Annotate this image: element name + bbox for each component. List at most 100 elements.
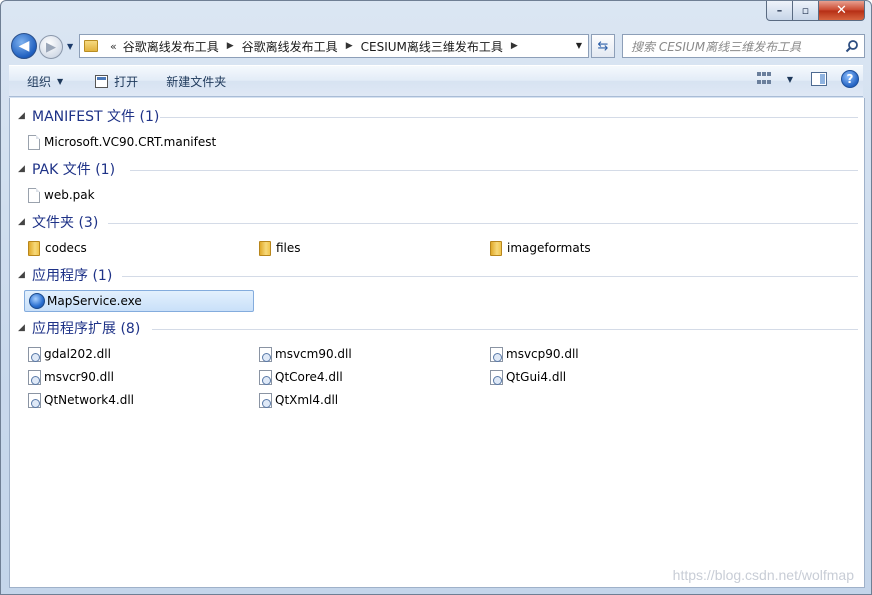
minimize-button[interactable]: – (766, 1, 793, 21)
preview-pane-icon[interactable] (811, 72, 827, 86)
breadcrumb-item[interactable]: CESIUM离线三维发布工具 (361, 38, 503, 55)
collapse-arrow-icon[interactable]: ◢ (18, 270, 26, 280)
document-icon (28, 134, 40, 150)
watermark: https://blog.csdn.net/wolfmap (672, 567, 854, 583)
group-label: PAK 文件 (1) (32, 162, 116, 178)
open-button[interactable]: 打开 (87, 69, 146, 93)
file-item[interactable]: web.pak (24, 184, 95, 206)
dll-icon (490, 369, 503, 385)
group-label: MANIFEST 文件 (1) (32, 109, 160, 125)
help-icon[interactable]: ? (841, 70, 859, 88)
toolbar-right: ▼ ? (756, 70, 859, 88)
group-header-applications[interactable]: ◢ 应用程序 (1) (18, 265, 112, 285)
view-dropdown-chevron-icon[interactable]: ▼ (787, 75, 793, 84)
folder-item[interactable]: files (255, 237, 301, 259)
dll-icon (259, 346, 272, 362)
recent-pages-dropdown[interactable]: ▼ (67, 42, 73, 51)
group-divider (108, 223, 858, 224)
folder-icon (259, 240, 271, 256)
breadcrumb-item[interactable]: 谷歌离线发布工具 (123, 38, 219, 55)
folder-name: imageformats (507, 241, 591, 255)
caption-buttons: – ▫ ✕ (766, 1, 865, 21)
file-item[interactable]: msvcp90.dll (486, 343, 579, 365)
address-bar[interactable]: « 谷歌离线发布工具 ▶ 谷歌离线发布工具 ▶ CESIUM离线三维发布工具 ▶… (79, 34, 589, 58)
file-name: gdal202.dll (44, 347, 111, 361)
breadcrumb-separator[interactable]: ▶ (227, 41, 234, 51)
search-input[interactable]: 搜索 CESIUM离线三维发布工具 (622, 34, 865, 58)
group-label: 应用程序扩展 (8) (32, 321, 141, 337)
folder-icon (28, 240, 40, 256)
file-name: msvcp90.dll (506, 347, 579, 361)
new-folder-button[interactable]: 新建文件夹 (158, 69, 234, 93)
maximize-button[interactable]: ▫ (793, 1, 819, 21)
group-header-extensions[interactable]: ◢ 应用程序扩展 (8) (18, 318, 140, 338)
dll-icon (28, 392, 41, 408)
collapse-arrow-icon[interactable]: ◢ (18, 323, 26, 333)
group-label: 文件夹 (3) (32, 215, 99, 231)
chevron-down-icon: ▼ (57, 76, 64, 86)
new-folder-label: 新建文件夹 (166, 74, 227, 89)
application-icon (29, 293, 45, 309)
dll-icon (259, 392, 272, 408)
file-name: QtXml4.dll (275, 393, 339, 407)
file-name: QtCore4.dll (275, 370, 343, 384)
group-header-folders[interactable]: ◢ 文件夹 (3) (18, 212, 98, 232)
file-name: QtNetwork4.dll (44, 393, 134, 407)
breadcrumb-separator[interactable]: ▶ (346, 41, 353, 51)
breadcrumb-separator[interactable]: ▶ (511, 41, 518, 51)
group-label: 应用程序 (1) (32, 268, 113, 284)
open-icon (95, 74, 109, 88)
organize-label: 组织 (27, 74, 52, 89)
refresh-icon: ⇆ (597, 38, 609, 54)
file-item[interactable]: QtNetwork4.dll (24, 389, 134, 411)
collapse-arrow-icon[interactable]: ◢ (18, 111, 26, 121)
file-name: Microsoft.VC90.CRT.manifest (44, 135, 217, 149)
folder-icon (490, 240, 502, 256)
collapse-arrow-icon[interactable]: ◢ (18, 217, 26, 227)
refresh-button[interactable]: ⇆ (591, 34, 615, 58)
folder-item[interactable]: imageformats (486, 237, 591, 259)
file-item[interactable]: QtCore4.dll (255, 366, 343, 388)
breadcrumb-overflow[interactable]: « (110, 40, 117, 53)
group-divider (122, 276, 858, 277)
open-label: 打开 (114, 74, 139, 89)
arrow-right-icon: ▶ (46, 39, 56, 55)
organize-button[interactable]: 组织 ▼ (19, 69, 71, 93)
search-icon[interactable] (845, 39, 859, 53)
address-dropdown[interactable]: ▼ (576, 41, 582, 50)
document-icon (28, 187, 40, 203)
dll-icon (490, 346, 503, 362)
navigation-row: ◀ ▶ ▼ « 谷歌离线发布工具 ▶ 谷歌离线发布工具 ▶ CESIUM离线三维… (9, 31, 865, 63)
dll-icon (28, 369, 41, 385)
view-options-icon[interactable] (756, 72, 773, 86)
file-name: msvcm90.dll (275, 347, 352, 361)
group-header-manifest[interactable]: ◢ MANIFEST 文件 (1) (18, 106, 159, 126)
file-list[interactable]: ◢ MANIFEST 文件 (1) Microsoft.VC90.CRT.man… (9, 98, 865, 588)
folder-item[interactable]: codecs (24, 237, 87, 259)
group-divider (160, 117, 858, 118)
file-item[interactable]: gdal202.dll (24, 343, 111, 365)
breadcrumb-item[interactable]: 谷歌离线发布工具 (242, 38, 338, 55)
command-toolbar: 组织 ▼ 打开 新建文件夹 ▼ ? (9, 65, 863, 97)
close-button[interactable]: ✕ (819, 1, 865, 21)
file-item[interactable]: QtXml4.dll (255, 389, 338, 411)
explorer-window: – ▫ ✕ ◀ ▶ ▼ « 谷歌离线发布工具 ▶ 谷歌离线发布工具 ▶ CESI… (0, 0, 872, 595)
file-item[interactable]: msvcm90.dll (255, 343, 352, 365)
group-header-pak[interactable]: ◢ PAK 文件 (1) (18, 159, 115, 179)
file-item[interactable]: QtGui4.dll (486, 366, 566, 388)
folder-icon (84, 40, 98, 52)
folder-name: codecs (45, 241, 87, 255)
file-name: web.pak (44, 188, 95, 202)
file-item-selected[interactable]: MapService.exe (24, 290, 254, 312)
search-placeholder: 搜索 CESIUM离线三维发布工具 (631, 39, 802, 54)
folder-name: files (276, 241, 301, 255)
file-name: MapService.exe (47, 294, 142, 308)
file-item[interactable]: Microsoft.VC90.CRT.manifest (24, 131, 216, 153)
dll-icon (28, 346, 41, 362)
dll-icon (259, 369, 272, 385)
file-item[interactable]: msvcr90.dll (24, 366, 114, 388)
forward-button[interactable]: ▶ (39, 35, 63, 59)
back-button[interactable]: ◀ (11, 33, 37, 59)
collapse-arrow-icon[interactable]: ◢ (18, 164, 26, 174)
file-name: msvcr90.dll (44, 370, 114, 384)
